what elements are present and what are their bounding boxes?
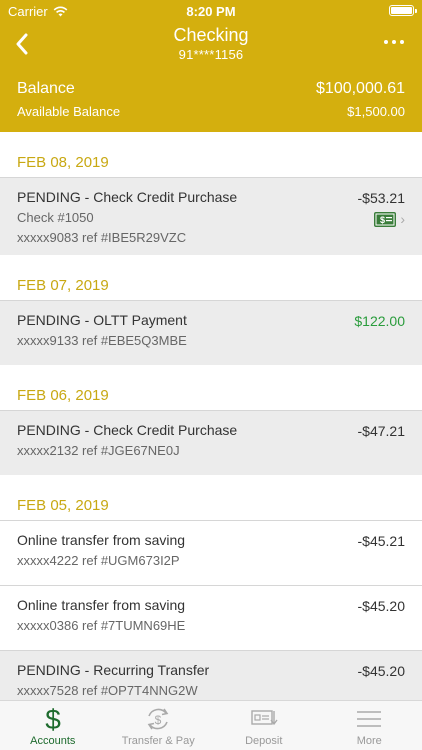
transaction-row[interactable]: Online transfer from saving xxxxx4222 re…	[0, 520, 422, 585]
chevron-right-icon: ›	[400, 211, 405, 227]
transaction-description: PENDING - OLTT Payment	[17, 312, 187, 328]
bottom-tab-bar: $ Accounts $ Transfer & Pay Deposit More	[0, 700, 422, 750]
tab-label: Accounts	[30, 735, 76, 747]
transaction-amount: -$45.20	[357, 598, 405, 614]
tab-accounts[interactable]: $ Accounts	[0, 701, 106, 750]
transaction-row[interactable]: PENDING - Recurring Transfer xxxxx7528 r…	[0, 650, 422, 700]
tab-transfer-pay[interactable]: $ Transfer & Pay	[106, 701, 212, 750]
status-time: 8:20 PM	[186, 4, 236, 19]
check-image-link[interactable]: $ ›	[374, 211, 405, 227]
more-options-button[interactable]	[380, 32, 408, 52]
deposit-check-icon	[250, 705, 278, 733]
svg-text:$: $	[155, 713, 162, 727]
ellipsis-icon	[384, 40, 388, 44]
transaction-amount: -$45.20	[357, 663, 405, 679]
available-balance-row: Available Balance $1,500.00	[17, 104, 405, 119]
date-header: FEB 05, 2019	[0, 475, 422, 520]
balance-row: Balance $100,000.61	[17, 80, 405, 98]
balance-value: $100,000.61	[316, 80, 405, 97]
date-header: FEB 06, 2019	[0, 365, 422, 410]
tab-more[interactable]: More	[317, 701, 422, 750]
svg-text:$: $	[45, 705, 61, 733]
account-number: 91****1156	[178, 47, 244, 62]
transaction-reference: xxxxx4222 ref #UGM673I2P	[17, 553, 180, 568]
balance-label: Balance	[17, 80, 75, 97]
page-title: Checking	[173, 25, 249, 45]
title-block: Checking 91****1156	[0, 25, 422, 62]
transaction-description: PENDING - Recurring Transfer	[17, 662, 210, 678]
transaction-row[interactable]: Online transfer from saving xxxxx0386 re…	[0, 585, 422, 650]
available-balance-value: $1,500.00	[347, 104, 405, 119]
date-header: FEB 08, 2019	[0, 132, 422, 177]
transaction-amount: -$47.21	[357, 423, 405, 439]
transaction-reference: xxxxx0386 ref #7TUMN69HE	[17, 618, 186, 633]
check-image-icon: $	[374, 211, 397, 227]
hamburger-menu-icon	[356, 705, 382, 733]
transaction-amount: -$45.21	[357, 533, 405, 549]
transaction-row[interactable]: PENDING - Check Credit Purchase Check #1…	[0, 177, 422, 255]
transaction-description: Online transfer from saving	[17, 532, 186, 548]
tab-label: More	[356, 735, 382, 747]
transfer-pay-icon: $	[144, 705, 172, 733]
transaction-description: Online transfer from saving	[17, 597, 186, 613]
svg-text:$: $	[380, 215, 385, 225]
transaction-reference: xxxxx9133 ref #EBE5Q3MBE	[17, 333, 187, 348]
transaction-amount: -$53.21	[357, 190, 405, 206]
status-bar: Carrier 8:20 PM	[0, 0, 422, 22]
transaction-description: PENDING - Check Credit Purchase	[17, 189, 238, 205]
transaction-amount: $122.00	[354, 313, 405, 329]
transaction-reference: xxxxx2132 ref #JGE67NE0J	[17, 443, 180, 458]
transaction-row[interactable]: PENDING - Check Credit Purchase xxxxx213…	[0, 410, 422, 475]
transaction-list[interactable]: FEB 08, 2019 PENDING - Check Credit Purc…	[0, 132, 422, 700]
transaction-reference: xxxxx7528 ref #OP7T4NNG2W	[17, 683, 198, 698]
available-balance-label: Available Balance	[17, 104, 121, 119]
transaction-reference: xxxxx9083 ref #IBE5R29VZC	[17, 230, 187, 245]
tab-deposit[interactable]: Deposit	[211, 701, 317, 750]
tab-label: Transfer & Pay	[121, 735, 195, 747]
tab-label: Deposit	[245, 735, 283, 747]
transaction-detail: Check #1050	[17, 210, 94, 225]
transaction-description: PENDING - Check Credit Purchase	[17, 422, 238, 438]
battery-icon	[389, 5, 417, 16]
dollar-icon: $	[43, 705, 63, 733]
account-header: Carrier 8:20 PM Checking 91****1156 Bala…	[0, 0, 422, 132]
transaction-row[interactable]: PENDING - OLTT Payment xxxxx9133 ref #EB…	[0, 300, 422, 365]
date-header: FEB 07, 2019	[0, 255, 422, 300]
